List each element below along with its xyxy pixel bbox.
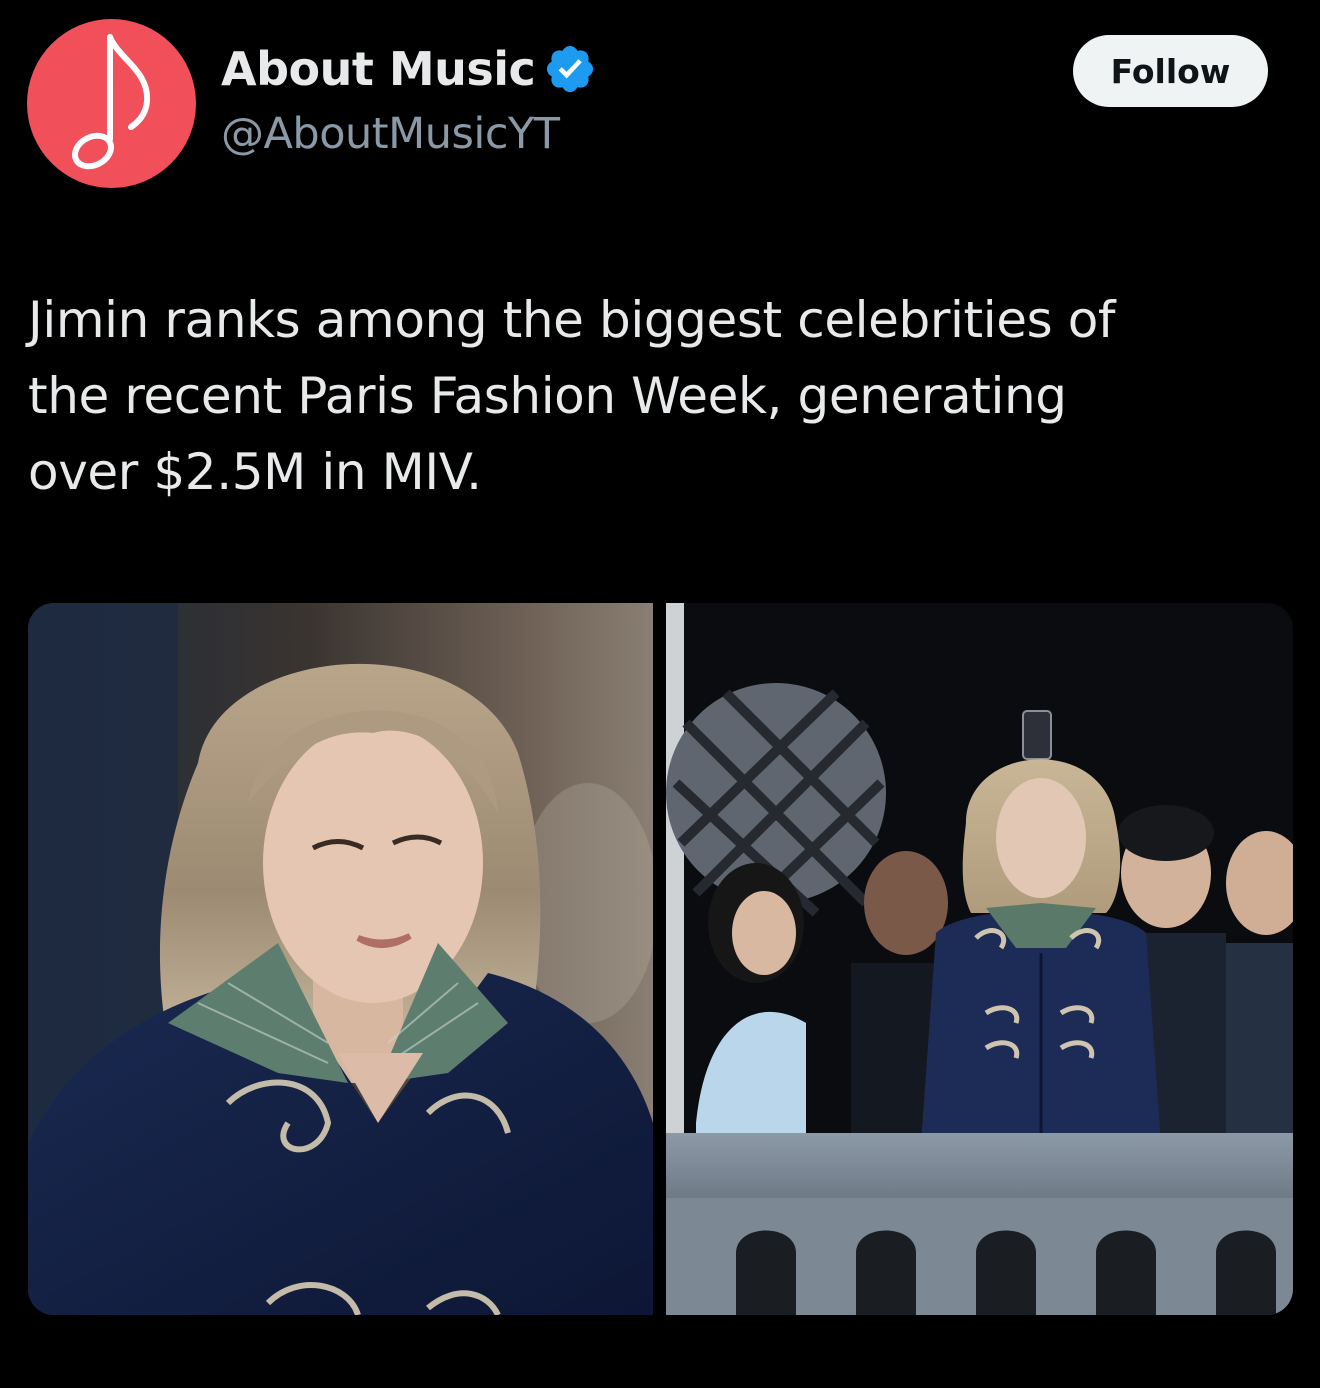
tweet-text-line: Jimin ranks among the biggest celebritie… (28, 291, 1116, 349)
tweet-text: Jimin ranks among the biggest celebritie… (28, 282, 1288, 510)
tweet-card: About Music @AboutMusicYT Follow Jimin r… (0, 0, 1320, 1388)
account-handle[interactable]: @AboutMusicYT (221, 109, 560, 159)
photo-balcony[interactable] (666, 603, 1293, 1315)
tweet-text-line: the recent Paris Fashion Week, generatin… (28, 367, 1067, 425)
follow-button[interactable]: Follow (1073, 35, 1268, 107)
music-note-icon (71, 34, 151, 170)
name-row: About Music (221, 36, 597, 102)
verified-badge-icon (547, 45, 594, 93)
tweet-text-line: over $2.5M in MIV. (28, 443, 482, 501)
avatar[interactable] (27, 19, 196, 188)
photo-closeup[interactable] (28, 603, 653, 1315)
media-grid (28, 603, 1293, 1315)
display-name[interactable]: About Music (221, 42, 536, 96)
